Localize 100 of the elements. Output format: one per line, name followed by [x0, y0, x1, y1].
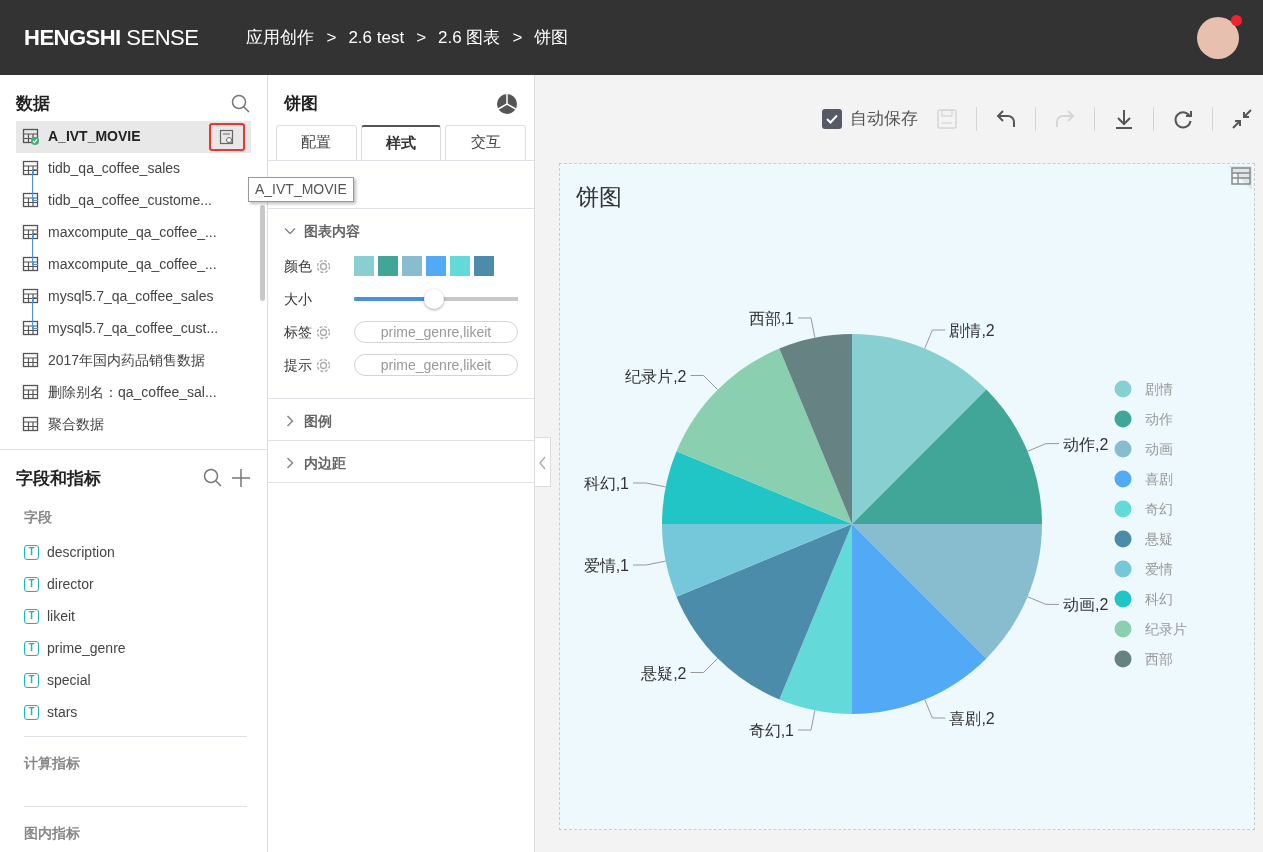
preview-icon [219, 128, 235, 145]
breadcrumb-link[interactable]: 2.6 test [348, 24, 405, 51]
avatar[interactable] [1197, 16, 1239, 59]
search-icon[interactable] [231, 93, 251, 114]
chevron-right-icon [284, 457, 296, 469]
legend-dot [1114, 620, 1132, 637]
chevron-down-icon [284, 225, 296, 237]
legend-dot [1114, 650, 1132, 667]
table-icon [22, 320, 40, 337]
dataset-item[interactable]: tidb_qa_coffee_sales [16, 152, 251, 185]
leader-line [632, 560, 667, 565]
table-check-icon [22, 128, 40, 145]
join-bracket [32, 232, 38, 265]
data-label: 科幻,1 [583, 474, 629, 492]
pie-slice[interactable] [662, 450, 852, 524]
leader-line [632, 482, 667, 487]
color-swatch[interactable] [474, 256, 494, 276]
category-label: 计算指标 [24, 754, 81, 773]
search-icon[interactable] [203, 468, 223, 489]
data-label: 奇幻,1 [748, 721, 794, 739]
field-item[interactable]: stars [47, 701, 78, 723]
color-swatch[interactable] [450, 256, 470, 276]
save-icon [936, 108, 958, 130]
logo[interactable]: HENGSHI SENSE [24, 21, 199, 54]
legend-dot [1114, 380, 1132, 397]
field-type-badge: T [24, 640, 39, 656]
section-title: 数据 [16, 93, 50, 115]
dataset-item[interactable]: tidb_qa_coffee_custome... [16, 184, 251, 217]
leader-line [797, 317, 816, 338]
notification-dot [1231, 14, 1242, 26]
gear-icon[interactable] [316, 258, 331, 274]
leader-line [1027, 442, 1060, 452]
tab[interactable]: 交互 [445, 124, 526, 160]
pie-chart-icon[interactable] [496, 92, 518, 115]
autosave-checkbox[interactable]: 自动保存 [822, 106, 918, 132]
chevron-right-icon [284, 415, 296, 427]
dataset-item[interactable]: maxcompute_qa_coffee_... [16, 248, 251, 281]
tab[interactable]: 配置 [276, 124, 357, 160]
dataset-item[interactable]: mysql5.7_qa_coffee_sales [16, 280, 251, 313]
legend-dot [1114, 470, 1132, 487]
data-label: 纪录片,2 [625, 367, 687, 384]
scrollbar[interactable] [260, 205, 265, 301]
breadcrumb-link[interactable]: 应用创作 [246, 24, 315, 51]
setting-label: 提示 [284, 355, 312, 375]
add-icon[interactable] [231, 468, 251, 489]
table-icon [22, 384, 40, 401]
download-icon [1113, 108, 1135, 130]
slider-thumb[interactable] [424, 289, 445, 309]
leader-line [924, 329, 946, 349]
pie-slice[interactable] [662, 523, 852, 597]
tooltip: A_IVT_MOVIE [248, 177, 354, 202]
dataset-item[interactable]: 聚合数据 [16, 408, 251, 441]
category-label: 图内指标 [24, 824, 81, 843]
section-header[interactable]: 图例 [284, 402, 518, 440]
pie-slice[interactable] [779, 523, 852, 714]
gear-icon[interactable] [316, 324, 331, 340]
breadcrumb-link[interactable]: 2.6 图表 [438, 24, 501, 51]
pie-slice[interactable] [852, 523, 1042, 658]
table-icon [22, 288, 40, 305]
panel-title: 饼图 [284, 93, 318, 115]
field-item[interactable]: description [47, 541, 115, 563]
color-swatch[interactable] [354, 256, 374, 276]
field-item[interactable]: special [47, 669, 91, 691]
leader-line [690, 657, 719, 673]
legend-dot [1114, 590, 1132, 607]
preview-button[interactable] [209, 122, 245, 151]
dataset-item[interactable]: 删除别名：qa_coffee_sal... [16, 376, 251, 409]
field-item[interactable]: director [47, 573, 94, 595]
data-label: 西部,1 [748, 309, 794, 327]
table-view-icon[interactable] [1228, 166, 1252, 190]
field-item[interactable]: likeit [47, 605, 75, 627]
redo-icon [1054, 108, 1076, 130]
dataset-item[interactable]: maxcompute_qa_coffee_... [16, 216, 251, 249]
pie-slice[interactable] [779, 333, 852, 524]
setting-label: 大小 [284, 289, 312, 309]
color-swatch[interactable] [426, 256, 446, 276]
data-label: 喜剧,2 [949, 709, 995, 727]
tab[interactable]: 样式 [360, 124, 442, 160]
section-header[interactable]: 图表内容 [284, 212, 518, 250]
dataset-item[interactable]: 2017年国内药品销售数据 [16, 344, 251, 377]
pie-slice[interactable] [676, 523, 852, 699]
table-icon [22, 416, 40, 433]
breadcrumb-separator: > [512, 26, 523, 49]
section-header[interactable]: 内边距 [284, 444, 518, 482]
table-icon [22, 224, 40, 241]
legend-dot [1114, 560, 1132, 577]
dataset-item[interactable]: A_IVT_MOVIE [16, 120, 251, 153]
field-type-badge: T [24, 544, 39, 560]
check-icon [826, 114, 838, 124]
color-swatch[interactable] [378, 256, 398, 276]
gear-icon[interactable] [316, 357, 331, 373]
breadcrumb-separator: > [416, 26, 427, 49]
pie-slice[interactable] [852, 389, 1042, 524]
setting-label: 标签 [284, 322, 312, 342]
setting-label: 颜色 [284, 256, 312, 276]
field-item[interactable]: prime_genre [47, 637, 126, 659]
data-label: 剧情,2 [949, 321, 995, 339]
leader-line [1027, 595, 1060, 605]
color-swatch[interactable] [402, 256, 422, 276]
dataset-item[interactable]: mysql5.7_qa_coffee_cust... [16, 312, 251, 345]
